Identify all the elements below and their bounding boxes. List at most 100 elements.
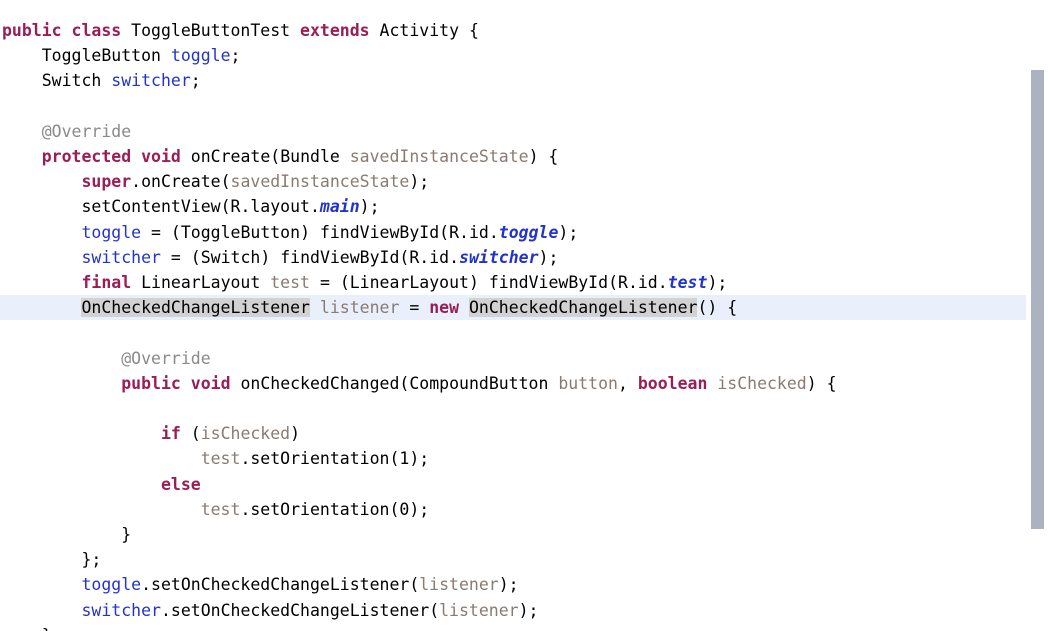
- code-line-17[interactable]: if (isChecked): [0, 421, 1026, 446]
- paren-close-semi: );: [538, 247, 559, 267]
- paren-close-semi: );: [409, 172, 430, 192]
- type-toggle-button: ToggleButton: [41, 46, 161, 66]
- arg-one: 1: [399, 449, 410, 469]
- code-line-7[interactable]: super.onCreate(savedInstanceState);: [0, 169, 1026, 194]
- arg-saved-instance-state: savedInstanceState: [230, 172, 410, 192]
- method-set-listener: setOnCheckedChangeListener: [151, 575, 410, 595]
- code-line-21[interactable]: }: [0, 522, 1026, 547]
- operator-assign: =: [319, 273, 330, 293]
- code-line-1[interactable]: public class ToggleButtonTest extends Ac…: [0, 18, 1026, 43]
- code-editor[interactable]: public class ToggleButtonTest extends Ac…: [0, 0, 1048, 631]
- code-line-18[interactable]: test.setOrientation(1);: [0, 446, 1026, 471]
- arg-listener: listener: [419, 575, 499, 595]
- vertical-scrollbar-track[interactable]: [1026, 0, 1048, 631]
- code-line-14[interactable]: @Override: [0, 346, 1026, 371]
- paren-close-semi: );: [518, 600, 539, 620]
- dot: .: [309, 197, 320, 217]
- method-find-view-by-id: findViewById: [280, 247, 400, 267]
- method-set-orientation: setOrientation: [250, 499, 390, 519]
- paren-close-brace: ) {: [806, 373, 837, 393]
- code-line-15[interactable]: public void onCheckedChanged(CompoundBut…: [0, 371, 1026, 396]
- code-line-22[interactable]: };: [0, 547, 1026, 572]
- code-line-19[interactable]: else: [0, 472, 1026, 497]
- code-line-11[interactable]: final LinearLayout test = (LinearLayout)…: [0, 270, 1026, 295]
- code-line-4-blank[interactable]: [0, 94, 1026, 119]
- type-listener-interface-new: OnCheckedChangeListener: [468, 298, 698, 318]
- keyword-class: class: [71, 21, 122, 40]
- paren-close: ): [300, 222, 310, 242]
- code-line-20[interactable]: test.setOrientation(0);: [0, 497, 1026, 522]
- brace-close: }: [121, 525, 132, 545]
- method-on-create: onCreate: [190, 147, 271, 167]
- keyword-extends: extends: [300, 21, 370, 40]
- keyword-new: new: [429, 298, 460, 318]
- annotation-override: @Override: [121, 348, 211, 368]
- type-activity: Activity: [379, 21, 460, 40]
- dot: .: [240, 499, 251, 519]
- dot: .: [459, 222, 469, 242]
- class-name: ToggleButtonTest: [131, 21, 291, 40]
- operator-assign: =: [170, 247, 181, 267]
- method-set-content-view: setContentView: [81, 197, 221, 217]
- param-button: button: [558, 373, 618, 393]
- var-test: test: [270, 273, 310, 293]
- paren-open: (: [439, 222, 450, 242]
- type-bundle: Bundle: [280, 147, 340, 167]
- paren-open: (: [389, 449, 400, 469]
- field-switcher-ref: switcher: [81, 247, 161, 267]
- res-toggle: toggle: [498, 222, 559, 242]
- type-switch: Switch: [41, 71, 102, 91]
- code-line-3[interactable]: Switch switcher;: [0, 68, 1026, 93]
- dot: .: [449, 247, 460, 267]
- res-main: main: [319, 197, 360, 217]
- code-line-13-blank[interactable]: [0, 320, 1026, 345]
- paren-open: (: [608, 273, 618, 293]
- keyword-if: if: [160, 424, 181, 444]
- arg-listener: listener: [439, 600, 519, 620]
- paren-open: (: [270, 147, 281, 167]
- keyword-protected: protected: [41, 147, 132, 167]
- code-line-12-current[interactable]: OnCheckedChangeListener listener = new O…: [0, 295, 1028, 321]
- dot: .: [488, 222, 499, 242]
- code-line-23[interactable]: toggle.setOnCheckedChangeListener(listen…: [0, 572, 1026, 597]
- code-line-24[interactable]: switcher.setOnCheckedChangeListener(list…: [0, 598, 1026, 623]
- comma: ,: [617, 373, 628, 393]
- keyword-void: void: [190, 373, 231, 393]
- code-line-6[interactable]: protected void onCreate(Bundle savedInst…: [0, 144, 1026, 169]
- code-line-9[interactable]: toggle = (ToggleButton) findViewById(R.i…: [0, 220, 1026, 245]
- method-find-view-by-id: findViewById: [488, 273, 609, 293]
- type-switch-cast: Switch: [200, 247, 261, 267]
- paren-open: (: [399, 247, 410, 267]
- var-test-ref: test: [200, 449, 241, 469]
- type-compound-button: CompoundButton: [409, 373, 549, 393]
- code-line-8[interactable]: setContentView(R.layout.main);: [0, 194, 1026, 219]
- vertical-scrollbar-thumb[interactable]: [1031, 70, 1044, 529]
- annotation-override: @Override: [41, 121, 132, 141]
- code-line-2[interactable]: ToggleButton toggle;: [0, 43, 1026, 68]
- brace-open: {: [468, 21, 479, 40]
- type-linear-layout: LinearLayout: [141, 273, 261, 293]
- res-r: R: [230, 197, 241, 217]
- arg-zero: 0: [399, 499, 410, 519]
- code-content[interactable]: public class ToggleButtonTest extends Ac…: [0, 0, 1028, 631]
- method-on-checked-changed: onCheckedChanged: [240, 373, 400, 393]
- code-line-10[interactable]: switcher = (Switch) findViewById(R.id.sw…: [0, 245, 1026, 270]
- paren-open: (: [220, 172, 231, 192]
- paren-close-semi: );: [359, 197, 380, 217]
- var-test-ref: test: [200, 499, 241, 519]
- keyword-void: void: [141, 147, 181, 167]
- method-set-listener: setOnCheckedChangeListener: [170, 600, 430, 620]
- code-line-16-blank[interactable]: [0, 396, 1026, 421]
- cond-is-checked: isChecked: [200, 424, 291, 444]
- field-switcher-call: switcher: [81, 600, 161, 620]
- res-test: test: [667, 273, 708, 293]
- keyword-else: else: [160, 474, 201, 494]
- brace-close-semi: };: [81, 550, 102, 570]
- code-line-25[interactable]: }: [0, 623, 1026, 631]
- keyword-final: final: [81, 273, 132, 293]
- paren-open: (: [409, 575, 420, 595]
- code-line-5[interactable]: @Override: [0, 119, 1026, 144]
- operator-assign: =: [151, 222, 161, 242]
- dot: .: [419, 247, 430, 267]
- res-id: id: [637, 273, 658, 293]
